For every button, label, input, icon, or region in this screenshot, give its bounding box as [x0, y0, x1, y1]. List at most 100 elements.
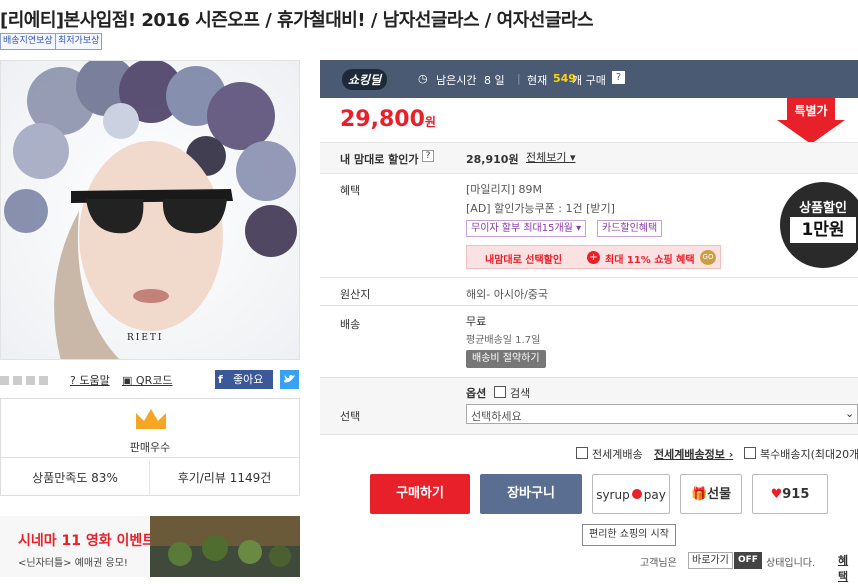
banner-title: 시네마 11 영화 이벤트 — [18, 533, 156, 549]
cart-button[interactable]: 장바구니 — [480, 474, 582, 514]
discount-badge-line2: 1만원 — [790, 217, 856, 243]
my-discount-price: 28,910원 — [466, 153, 519, 166]
option-label: 선택 — [340, 410, 361, 423]
facebook-like-button[interactable]: f 좋아요 — [215, 370, 273, 389]
discount-badge-line1: 상품할인 — [799, 201, 847, 216]
qr-icon: ▣ — [122, 374, 133, 387]
customer-status-text: 고객님은 — [640, 558, 677, 569]
global-shipping-label: 전세계배송 — [592, 448, 643, 461]
shopping-benefit-text: 최대 11% 쇼핑 혜택 — [605, 255, 695, 266]
view-all-link[interactable]: 전체보기 ▾ — [526, 149, 576, 165]
origin-value: 해외- 아시아/중국 — [466, 288, 549, 301]
gift-button[interactable]: 🎁선물 — [680, 474, 742, 514]
crown-icon — [136, 409, 166, 429]
syrup-tooltip: 편리한 쇼핑의 시작 — [582, 524, 676, 546]
thumb-dot-2[interactable] — [13, 376, 22, 385]
chevron-down-icon: ▾ — [569, 151, 576, 164]
deal-help-icon[interactable]: ? — [612, 71, 625, 84]
discount-promo-strip[interactable]: 내맘대로 선택할인 + 최대 11% 쇼핑 혜택 GO — [466, 245, 721, 269]
special-price-label: 특별가 — [794, 104, 828, 118]
global-shipping-info-link[interactable]: 전세계배송정보 › — [654, 446, 733, 462]
coupon-text[interactable]: [AD] 할인가능쿠폰 : 1건 [받기] — [466, 200, 615, 216]
current-label: 현재 — [527, 74, 548, 87]
go-icon: GO — [700, 250, 716, 265]
twitter-button[interactable] — [280, 370, 299, 389]
card-discount-badge[interactable]: 카드할인혜택 — [597, 220, 663, 237]
thumb-dot-4[interactable] — [39, 376, 48, 385]
clock-icon: ◷ — [418, 72, 428, 85]
gift-label: 선물 — [707, 487, 732, 502]
buy-button[interactable]: 구매하기 — [370, 474, 470, 514]
price-unit: 원 — [424, 115, 436, 129]
global-shipping-info-label: 전세계배송정보 — [654, 448, 725, 461]
divider: | — [517, 72, 521, 85]
my-select-discount: 내맘대로 선택할인 — [485, 255, 563, 266]
movie-poster-image — [150, 516, 300, 577]
brand-watermark: RIETI — [127, 333, 164, 343]
my-discount-help-icon[interactable]: ? — [422, 150, 434, 162]
plus-icon: + — [587, 251, 600, 264]
gift-icon: 🎁 — [690, 487, 708, 502]
benefit-side-link[interactable]: 혜택 — [838, 552, 858, 584]
delivery-fee: 무료 — [466, 315, 487, 328]
price: 29,800원 — [340, 107, 436, 132]
remaining-time-label: 남은시간 — [436, 74, 477, 87]
chevron-right-icon: › — [728, 448, 734, 461]
option-select[interactable]: 선택하세요 ⌄ — [466, 404, 858, 424]
thumb-dot-1[interactable] — [0, 376, 9, 385]
pay-label: pay — [643, 488, 666, 502]
my-discount-label: 내 맘대로 할인가 — [340, 153, 419, 166]
avg-delivery-days: 평균배송일 1.7일 — [466, 335, 541, 346]
cinema-event-banner[interactable]: 시네마 11 영화 이벤트 <닌자터틀> 예매권 응모! — [0, 516, 300, 577]
search-checkbox[interactable] — [494, 386, 506, 398]
option-select-value: 선택하세요 — [471, 410, 522, 423]
thumb-dot-3[interactable] — [26, 376, 35, 385]
delivery-label: 배송 — [340, 318, 361, 331]
syrup-pay-button[interactable]: syrup pay — [592, 474, 670, 514]
quick-toggle-off[interactable]: OFF — [734, 552, 762, 569]
help-link[interactable]: ? 도움말 — [70, 372, 110, 388]
twitter-icon — [284, 375, 295, 383]
chevron-down-icon: ▾ — [576, 223, 582, 234]
syrup-label: syrup — [596, 488, 630, 502]
qr-label: QR코드 — [135, 374, 173, 387]
product-title: [리에티]본사입점! 2016 시즌오프 / 휴가철대비! / 남자선글라스 /… — [0, 10, 594, 31]
seller-info-box: 판매우수 상품만족도 83% 후기/리뷰 1149건 — [0, 398, 300, 496]
benefit-label: 혜택 — [340, 184, 361, 197]
price-value: 29,800 — [340, 107, 425, 132]
multi-address-label: 복수배송지(최대20개 — [760, 448, 858, 461]
like-label: 좋아요 — [233, 373, 264, 386]
search-checkbox-label: 검색 — [510, 387, 531, 400]
installment-badge[interactable]: 무이자 할부 최대15개월 ▾ — [466, 220, 587, 237]
shocking-deal-bar: 쇼킹딜 ◷ 남은시간 8 일 | 현재 549 개 구매 ? — [320, 60, 858, 98]
qr-link[interactable]: ▣ QR코드 — [122, 372, 172, 388]
syrup-dot-icon — [631, 489, 642, 499]
remaining-time-value: 8 일 — [484, 74, 505, 87]
tag-lowest-price[interactable]: 최저가보상 — [55, 33, 103, 50]
discount-circle-badge: 상품할인 1만원 — [780, 182, 858, 268]
multi-address-checkbox[interactable] — [744, 447, 756, 459]
purchase-unit: 개 구매 — [572, 74, 606, 87]
mileage-text: [마일리지] 89M — [466, 183, 543, 196]
chevron-down-icon: ⌄ — [845, 407, 855, 420]
wishlist-button[interactable]: ♥915 — [752, 474, 828, 514]
option-head: 옵션 — [466, 387, 487, 400]
seller-grade: 판매우수 — [129, 441, 171, 454]
view-all-label: 전체보기 — [526, 151, 567, 164]
origin-label: 원산지 — [340, 288, 371, 301]
tag-delivery-delay[interactable]: 배송지연보상 — [0, 33, 56, 50]
review-count[interactable]: 후기/리뷰 1149건 — [150, 461, 299, 495]
help-icon: ? — [70, 374, 76, 387]
heart-icon: ♥ — [770, 487, 783, 502]
status-text: 상태입니다. — [766, 558, 816, 569]
satisfaction-rating: 상품만족도 83% — [1, 461, 150, 495]
quick-link-button[interactable]: 바로가기 — [688, 552, 733, 569]
facebook-icon: f — [218, 373, 223, 386]
banner-subtitle: <닌자터틀> 예매권 응모! — [18, 558, 128, 569]
model-illustration — [1, 61, 299, 359]
save-shipping-button[interactable]: 배송비 절약하기 — [466, 350, 546, 368]
wishlist-count: 915 — [782, 487, 810, 502]
product-image[interactable]: RIETI — [0, 60, 300, 360]
global-shipping-checkbox[interactable] — [576, 447, 588, 459]
help-label: 도움말 — [79, 374, 110, 387]
